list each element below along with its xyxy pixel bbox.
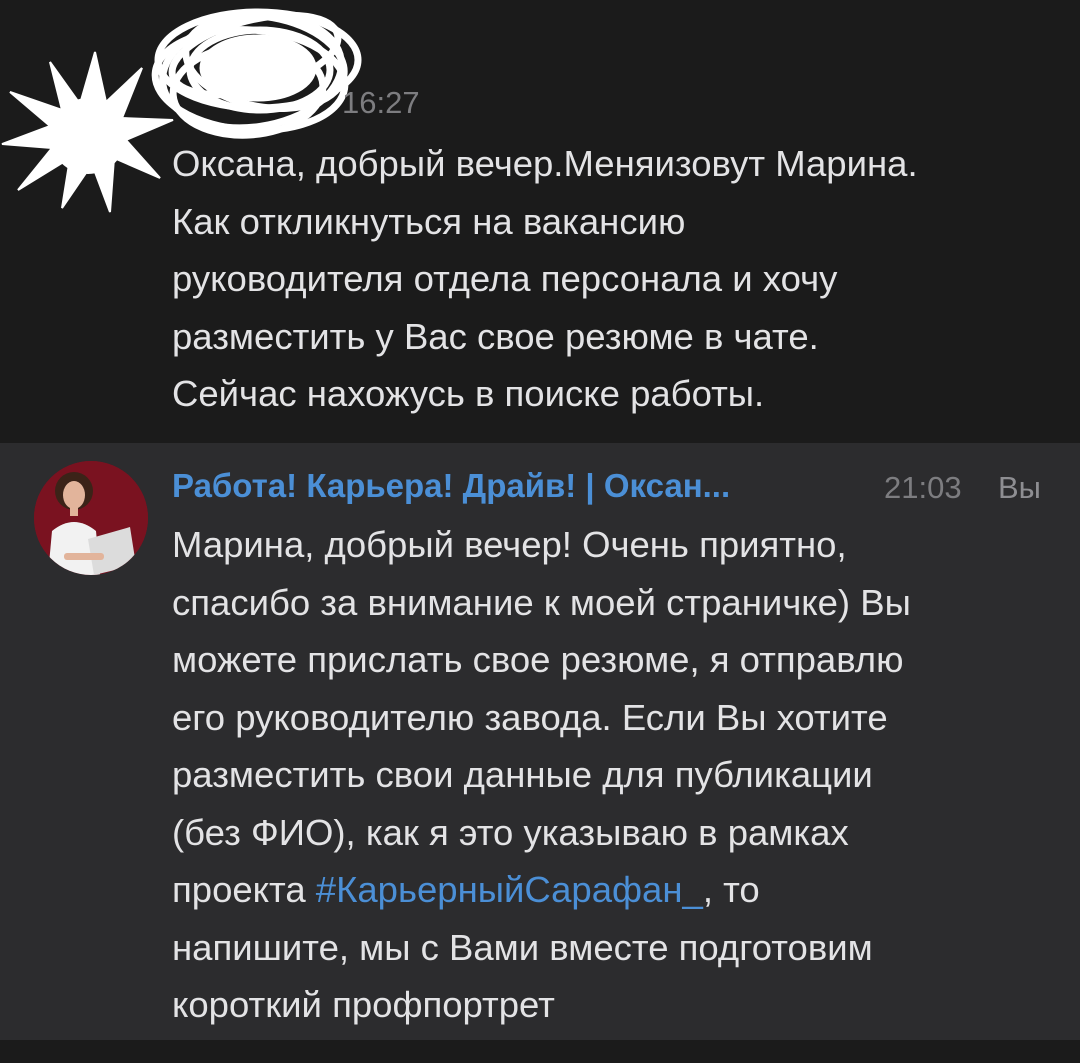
text-line: Сейчас нахожусь в поиске работы.	[172, 373, 765, 414]
sender-avatar-photo	[34, 461, 148, 575]
text-line: разместить свои данные для публикации	[172, 754, 873, 795]
message-incoming: 16:27 Оксана, добрый вечер.Меняизовут Ма…	[0, 0, 1080, 443]
text-line: проекта #КарьерныйСарафан_, то	[172, 861, 1072, 919]
message-text: Оксана, добрый вечер.Меняизовут Марина. …	[172, 135, 1072, 423]
text-line: руководителя отдела персонала и хочу	[172, 258, 838, 299]
sender-name[interactable]: Работа! Карьера! Драйв! | Оксан...	[172, 467, 730, 505]
text-segment: проекта	[172, 869, 316, 910]
sent-by-you-label: Вы	[998, 470, 1041, 505]
text-line: Марина, добрый вечер! Очень приятно,	[172, 524, 847, 565]
text-line: спасибо за внимание к моей страничке) Вы	[172, 581, 911, 623]
text-line: можете прислать свое резюме, я отправлю	[172, 639, 904, 680]
text-line: короткий профпортрет	[172, 984, 555, 1025]
text-segment: , то	[702, 869, 760, 910]
hashtag-link[interactable]: #КарьерныйСарафан_	[316, 869, 703, 910]
scribble-redaction-icon	[151, 8, 362, 139]
message-text: Марина, добрый вечер! Очень приятно, спа…	[172, 516, 1072, 1034]
message-time: 16:27	[342, 85, 420, 120]
text-line: Оксана, добрый вечер.Меняизовут Марина.	[172, 143, 918, 184]
message-time: 21:03	[884, 470, 962, 505]
next-message-edge	[0, 1040, 1080, 1063]
text-line: напишите, мы с Вами вместе подготовим	[172, 926, 873, 968]
text-line: (без ФИО), как я это указываю в рамках	[172, 811, 849, 853]
sender-avatar[interactable]	[34, 461, 148, 575]
text-line: Как откликнуться на вакансию	[172, 200, 686, 242]
text-line: разместить у Вас свое резюме в чате.	[172, 315, 819, 357]
text-line: его руководителю завода. Если Вы хотите	[172, 696, 888, 738]
message-header: 16:27	[172, 84, 420, 121]
message-outgoing: Работа! Карьера! Драйв! | Оксан... 21:03…	[0, 443, 1080, 1040]
